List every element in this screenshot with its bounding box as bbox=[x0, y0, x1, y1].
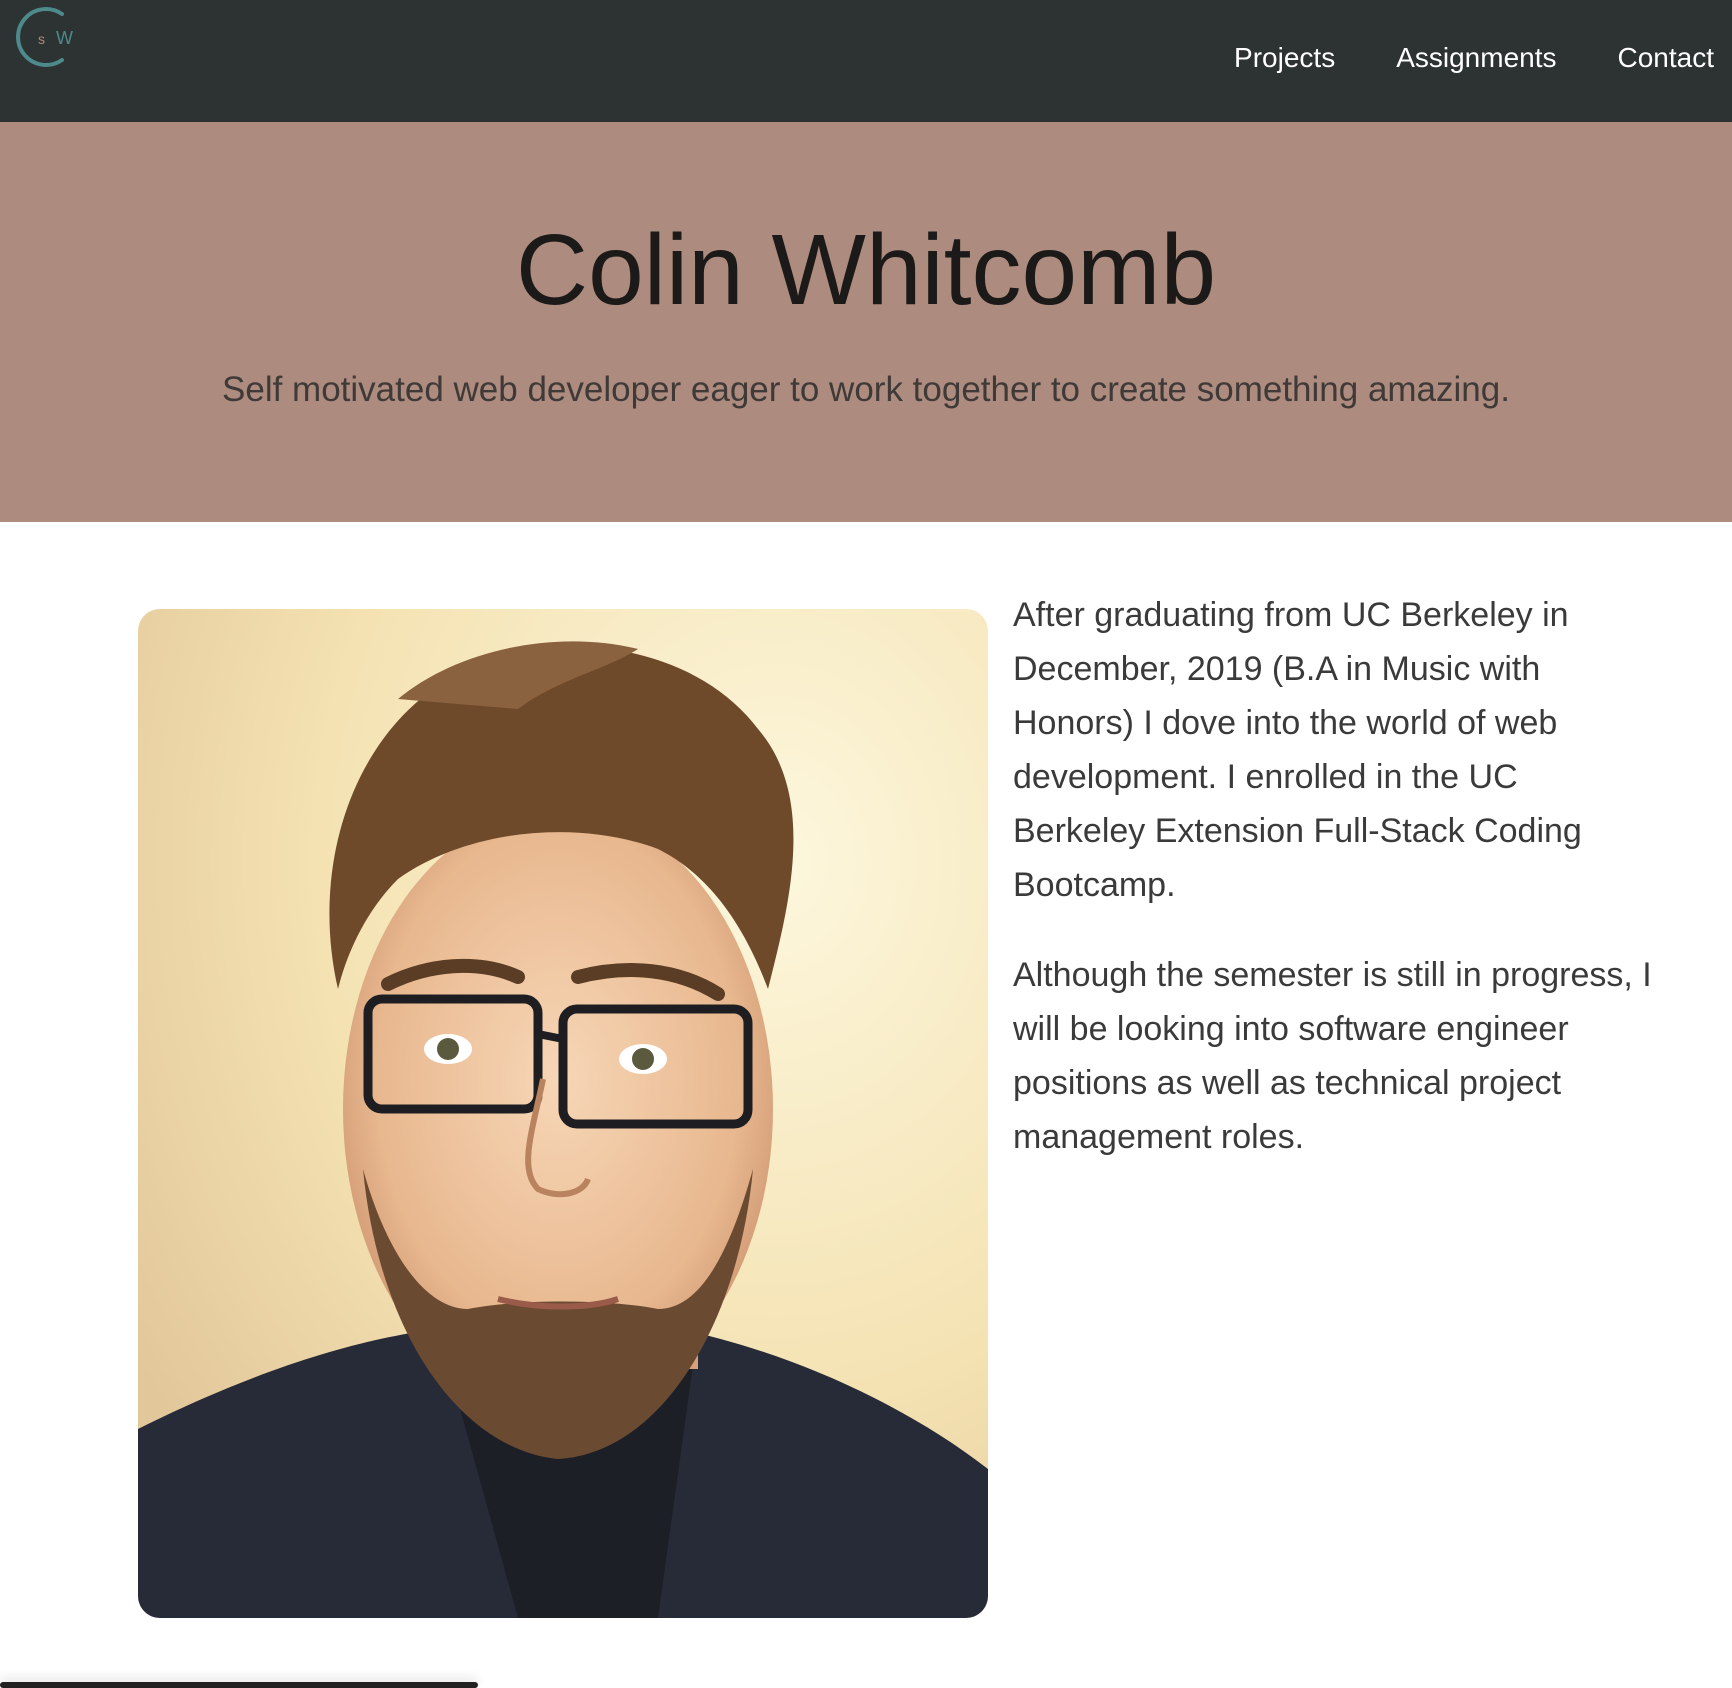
about-text: After graduating from UC Berkeley in Dec… bbox=[1013, 588, 1653, 1200]
bottom-edge-bar bbox=[0, 1682, 478, 1688]
hero-title: Colin Whitcomb bbox=[515, 214, 1217, 326]
svg-text:W: W bbox=[56, 28, 73, 48]
site-logo[interactable]: s W bbox=[10, 2, 90, 72]
profile-photo-image bbox=[138, 609, 988, 1618]
profile-photo bbox=[138, 609, 988, 1618]
hero-subtitle: Self motivated web developer eager to wo… bbox=[222, 370, 1510, 409]
svg-text:s: s bbox=[38, 31, 45, 47]
hero-banner: Colin Whitcomb Self motivated web develo… bbox=[0, 122, 1732, 522]
nav-links: Projects Assignments Contact bbox=[1173, 40, 1714, 76]
about-paragraph-education: After graduating from UC Berkeley in Dec… bbox=[1013, 596, 1582, 904]
nav-link-assignments[interactable]: Assignments bbox=[1396, 40, 1556, 76]
navbar: s W Projects Assignments Contact bbox=[0, 0, 1732, 122]
csw-logo-icon: s W bbox=[16, 7, 73, 67]
about-paragraph-career: Although the semester is still in progre… bbox=[1013, 956, 1652, 1156]
nav-link-contact[interactable]: Contact bbox=[1618, 40, 1715, 76]
nav-link-projects[interactable]: Projects bbox=[1234, 40, 1335, 76]
